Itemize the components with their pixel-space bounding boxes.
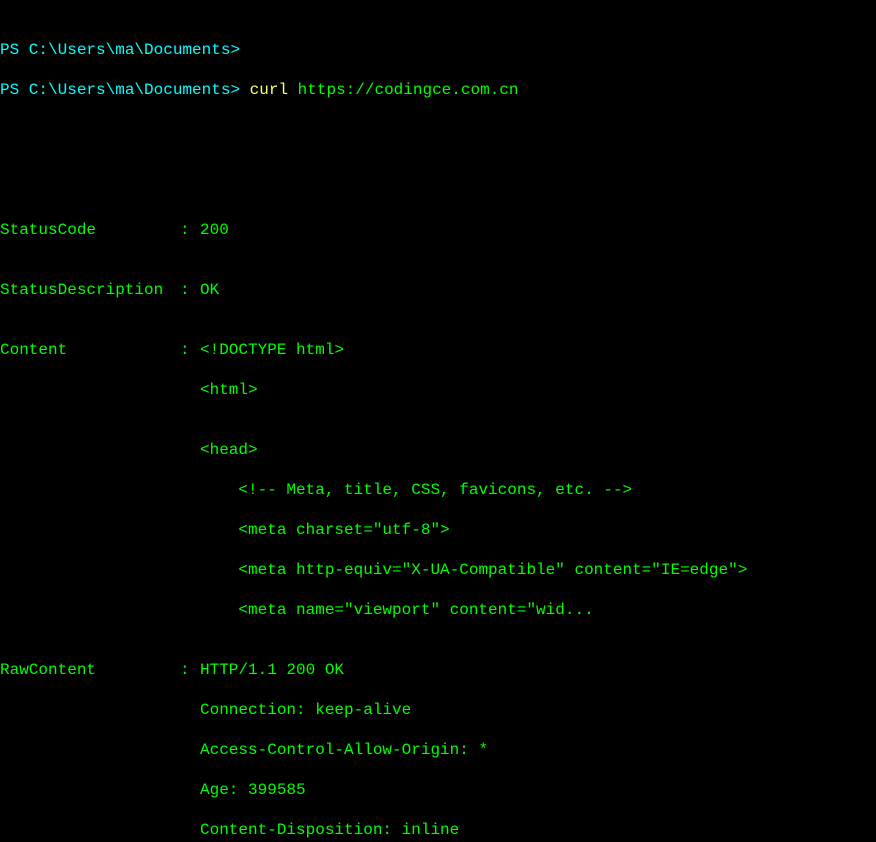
val-content-0: <!DOCTYPE html>: [200, 340, 344, 360]
blank-line: [0, 160, 876, 180]
key-content: Content: [0, 340, 180, 360]
val-content-4: <!-- Meta, title, CSS, favicons, etc. --…: [0, 480, 876, 500]
row-rawcontent: RawContent: HTTP/1.1 200 OK: [0, 660, 876, 680]
val-statuscode: 200: [200, 220, 229, 240]
key-rawcontent: RawContent: [0, 660, 180, 680]
val-statusdescription: OK: [200, 280, 219, 300]
key-statuscode: StatusCode: [0, 220, 180, 240]
val-content-5: <meta charset="utf-8">: [0, 520, 876, 540]
cmd-url: https://codingce.com.cn: [298, 81, 519, 99]
val-content-1: <html>: [0, 380, 876, 400]
blank-line: [0, 120, 876, 140]
val-rawcontent-2: Access-Control-Allow-Origin: *: [0, 740, 876, 760]
prompt: PS C:\Users\ma\Documents>: [0, 81, 250, 99]
val-rawcontent-0: HTTP/1.1 200 OK: [200, 660, 344, 680]
val-rawcontent-4: Content-Disposition: inline: [0, 820, 876, 840]
row-statuscode: StatusCode: 200: [0, 220, 876, 240]
row-content: Content: <!DOCTYPE html>: [0, 340, 876, 360]
val-content-7: <meta name="viewport" content="wid...: [0, 600, 876, 620]
terminal[interactable]: PS C:\Users\ma\Documents> PS C:\Users\ma…: [0, 0, 876, 842]
command-line: PS C:\Users\ma\Documents> curl https://c…: [0, 80, 876, 100]
val-rawcontent-3: Age: 399585: [0, 780, 876, 800]
cmd: curl: [250, 81, 298, 99]
prev-prompt-end: PS C:\Users\ma\Documents>: [0, 40, 876, 60]
row-statusdescription: StatusDescription: OK: [0, 280, 876, 300]
val-content-6: <meta http-equiv="X-UA-Compatible" conte…: [0, 560, 876, 580]
val-content-3: <head>: [0, 440, 876, 460]
key-statusdescription: StatusDescription: [0, 280, 180, 300]
val-rawcontent-1: Connection: keep-alive: [0, 700, 876, 720]
